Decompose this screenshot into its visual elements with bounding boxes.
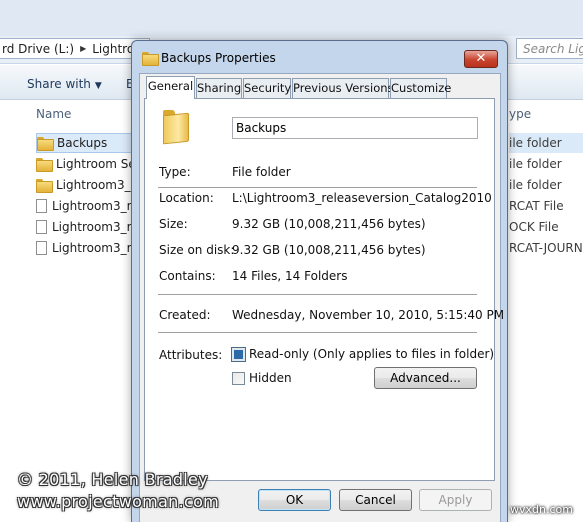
folder-icon xyxy=(37,137,54,151)
contains-label: Contains: xyxy=(159,269,216,283)
document-icon xyxy=(36,241,47,255)
type-value: File folder xyxy=(232,165,291,179)
folder-icon xyxy=(36,158,53,172)
size-value: 9.32 GB (10,008,211,456 bytes) xyxy=(232,217,426,231)
file-type-cell[interactable]: RCAT File xyxy=(509,196,583,216)
properties-dialog: Backups Properties ✕ General Sharing Sec… xyxy=(131,40,508,522)
size-on-disk-label: Size on disk: xyxy=(159,243,235,257)
contains-value: 14 Files, 14 Folders xyxy=(232,269,348,283)
file-type-cell[interactable]: RCAT-JOURNA xyxy=(509,238,583,258)
hidden-checkbox[interactable] xyxy=(232,372,245,385)
readonly-label[interactable]: Read-only (Only applies to files in fold… xyxy=(249,347,494,361)
file-type-cell[interactable]: ile folder xyxy=(509,133,583,153)
apply-button[interactable]: Apply xyxy=(419,489,492,511)
general-panel xyxy=(144,98,495,481)
ok-button[interactable]: OK xyxy=(258,489,331,511)
advanced-button[interactable]: Advanced... xyxy=(374,367,477,389)
address-bar[interactable]: rd Drive (L:) ▶ Lightroom3 xyxy=(0,38,150,59)
size-on-disk-value: 9.32 GB (10,008,211,456 bytes) xyxy=(232,243,426,257)
cancel-button[interactable]: Cancel xyxy=(339,489,412,511)
close-icon: ✕ xyxy=(475,51,487,66)
location-label: Location: xyxy=(159,191,214,205)
divider xyxy=(158,187,477,188)
attributes-label: Attributes: xyxy=(159,348,223,362)
share-with-button[interactable]: Share with ▼ xyxy=(27,77,102,91)
search-input[interactable]: Search Ligh xyxy=(516,38,583,59)
file-type-cell[interactable]: ile folder xyxy=(509,175,583,195)
readonly-checkbox[interactable] xyxy=(231,347,246,362)
file-name: Lightroom3_r xyxy=(52,199,132,213)
created-label: Created: xyxy=(159,308,211,322)
file-type-cell[interactable]: ile folder xyxy=(509,154,583,174)
address-text: rd Drive (L:) xyxy=(2,41,75,56)
file-row[interactable]: Lightroom3_r xyxy=(36,175,132,195)
file-name: Lightroom3_r xyxy=(56,178,132,192)
close-button[interactable]: ✕ xyxy=(464,50,498,68)
file-name: Backups xyxy=(57,136,108,150)
file-row[interactable]: Lightroom Set xyxy=(36,154,132,174)
column-header-type[interactable]: ype xyxy=(509,107,531,121)
hidden-label[interactable]: Hidden xyxy=(249,371,292,385)
tab-customize[interactable]: Customize xyxy=(390,78,451,98)
document-icon xyxy=(36,199,47,213)
divider xyxy=(158,294,477,295)
column-header-name[interactable]: Name xyxy=(36,107,71,121)
file-row[interactable]: Lightroom3_r xyxy=(36,238,132,258)
file-row-backups[interactable]: Backups xyxy=(36,133,132,153)
tab-security[interactable]: Security xyxy=(243,78,291,98)
folder-icon xyxy=(36,179,53,193)
divider xyxy=(158,332,477,333)
tab-previous-versions[interactable]: Previous Versions xyxy=(292,78,394,98)
type-label: Type: xyxy=(159,165,191,179)
website-watermark: www.projectwoman.com xyxy=(17,492,220,511)
file-name: Lightroom3_r xyxy=(52,220,132,234)
explorer-title-area xyxy=(0,0,583,36)
folder-icon xyxy=(160,110,192,142)
file-name: Lightroom Set xyxy=(56,157,132,171)
tab-sharing[interactable]: Sharing xyxy=(196,78,242,98)
folder-name-field[interactable]: Backups xyxy=(232,117,478,139)
folder-icon xyxy=(142,52,159,66)
chevron-down-icon: ▼ xyxy=(94,81,102,91)
corner-watermark: wvxdn.com xyxy=(510,503,573,516)
size-label: Size: xyxy=(159,217,188,231)
breadcrumb-arrow-icon[interactable]: ▶ xyxy=(80,44,86,53)
created-value: Wednesday, November 10, 2010, 5:15:40 PM xyxy=(232,308,505,322)
dialog-title: Backups Properties xyxy=(161,51,276,65)
location-value: L:\Lightroom3_releaseversion_Catalog2010 xyxy=(232,191,492,205)
file-row[interactable]: Lightroom3_r xyxy=(36,196,132,216)
file-name: Lightroom3_r xyxy=(52,241,132,255)
share-with-label: Share with xyxy=(27,77,91,91)
file-type-cell[interactable]: OCK File xyxy=(509,217,583,237)
file-row[interactable]: Lightroom3_r xyxy=(36,217,132,237)
copyright-watermark: © 2011, Helen Bradley xyxy=(17,470,208,489)
tab-general[interactable]: General xyxy=(146,76,195,99)
document-icon xyxy=(36,220,47,234)
